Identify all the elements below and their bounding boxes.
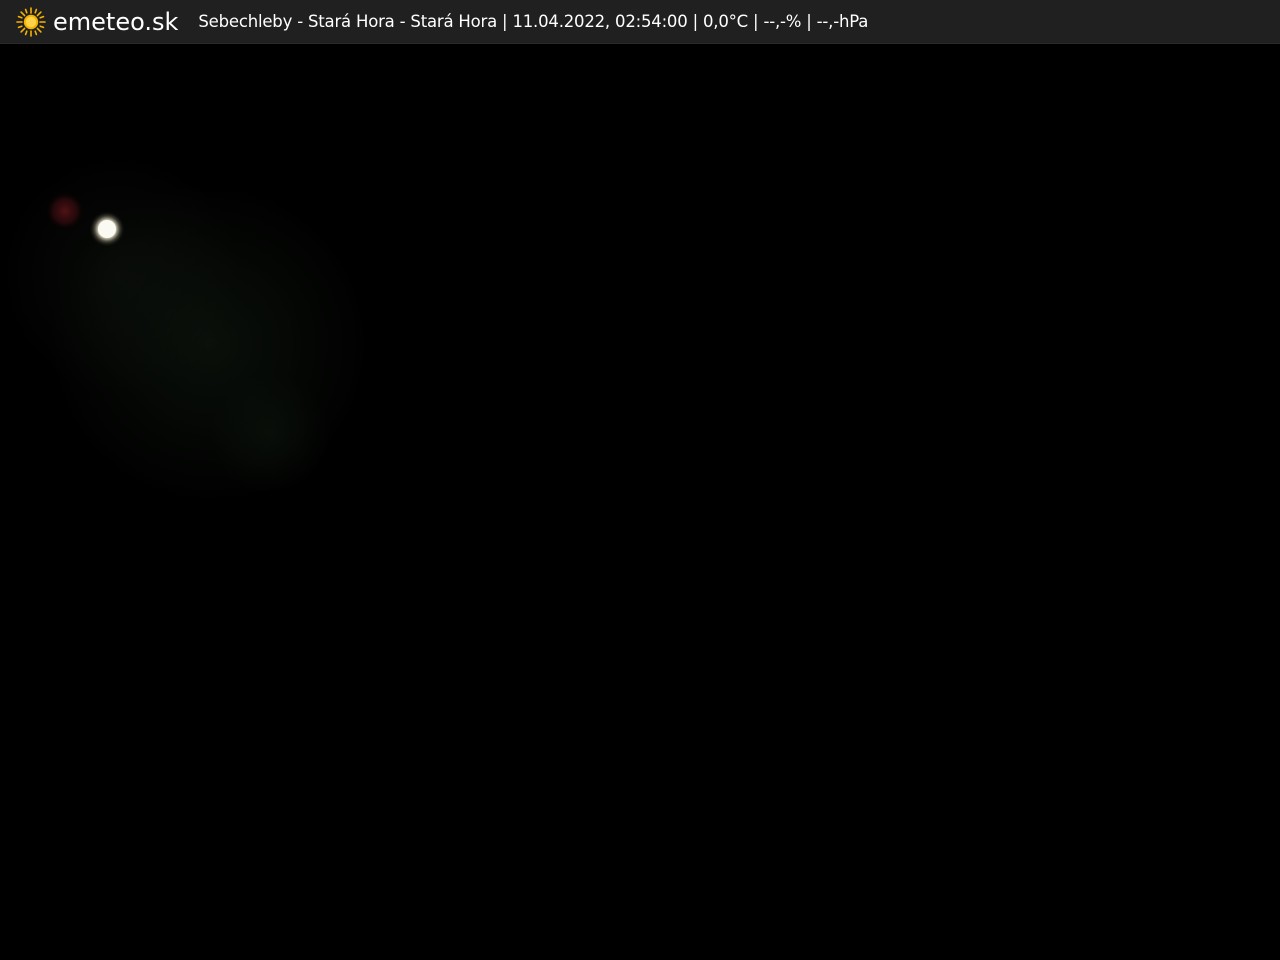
webcam-image: [0, 44, 1280, 960]
moon: [98, 220, 116, 238]
site-brand-name: emeteo.sk: [53, 7, 179, 36]
night-sky-scene: [45, 191, 125, 247]
header-bar: emeteo.sk Sebechleby - Stará Hora - Star…: [0, 0, 1280, 44]
lens-flare: [45, 191, 85, 231]
site-logo-link[interactable]: emeteo.sk: [15, 0, 178, 44]
sun-icon: [16, 6, 46, 37]
webcam-status-text: Sebechleby - Stará Hora - Stará Hora | 1…: [198, 11, 869, 31]
